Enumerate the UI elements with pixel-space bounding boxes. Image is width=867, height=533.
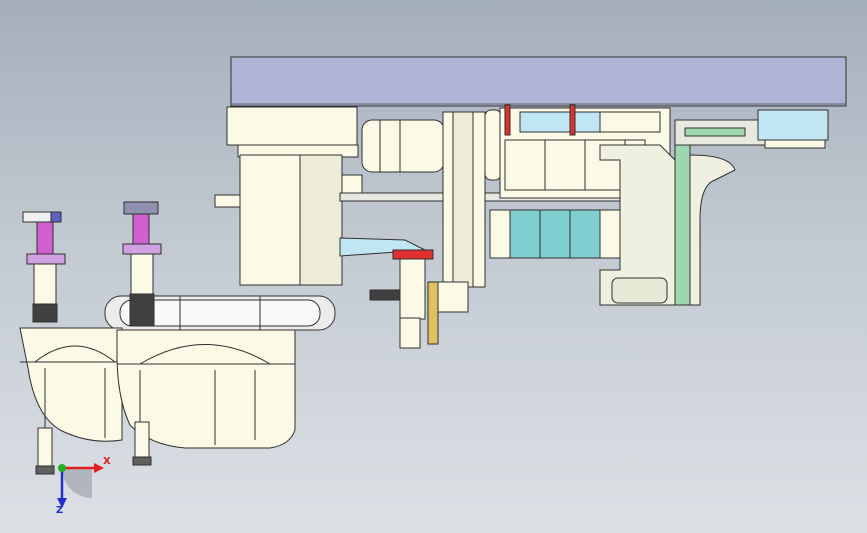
red-gripper (392, 249, 434, 260)
origin-marker (58, 464, 66, 472)
x-axis-label: X (103, 456, 111, 467)
assembly-model[interactable] (0, 0, 867, 533)
upper-block (226, 106, 358, 146)
yellow-strip (427, 281, 439, 345)
left-housing (19, 327, 123, 442)
motor-cylinder (361, 119, 445, 173)
cad-viewport[interactable]: X Z (0, 0, 867, 533)
teal-block (509, 209, 601, 259)
right-pink-spindle (132, 213, 150, 245)
z-axis-label: Z (56, 505, 64, 516)
left-pink-spindle (36, 221, 54, 255)
green-bracket (674, 144, 691, 306)
coordinate-triad (57, 463, 104, 508)
top-mounting-plate (230, 56, 847, 107)
